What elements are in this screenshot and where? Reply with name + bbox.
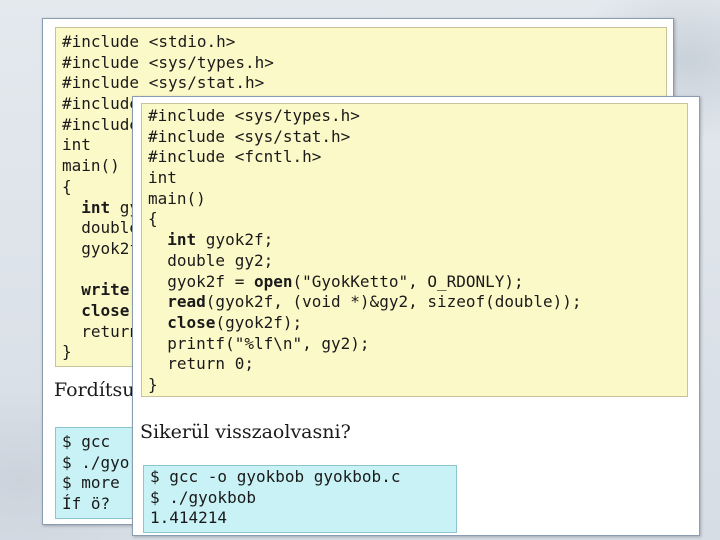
code-text: #include <sys/stat.h> bbox=[148, 126, 351, 146]
code-line: int bbox=[148, 168, 581, 189]
code-line: #include <sys/types.h> bbox=[62, 52, 274, 72]
terminal-line: $ more bbox=[62, 473, 120, 493]
code-line: #include <sys/stat.h> bbox=[62, 73, 265, 93]
front-slide: #include <sys/types.h> #include <sys/stat… bbox=[132, 96, 700, 536]
code-text: ("GyokKetto", O_RDONLY); bbox=[292, 271, 524, 291]
code-keyword: close bbox=[167, 312, 216, 332]
code-text: gyok2f = bbox=[148, 271, 254, 291]
code-line: int gyok2f; bbox=[148, 230, 581, 251]
terminal-output-box: $ gcc -o gyokbob gyokbob.c $ ./gyokbob 1.4… bbox=[143, 465, 457, 533]
code-text: gyok2f; bbox=[196, 230, 274, 250]
code-text: { bbox=[148, 209, 158, 229]
terminal-output: $ gcc $ ./gyo $ more Íf ö? bbox=[62, 432, 129, 515]
terminal-line: $ gcc bbox=[62, 432, 111, 451]
code-text: printf("%lf\n", gy2); bbox=[148, 333, 370, 353]
code-line: } bbox=[148, 375, 581, 396]
code-text: (gyok2f, (void *)&gy2, sizeof(double)); bbox=[205, 292, 582, 312]
code-text: } bbox=[148, 374, 158, 394]
slide-question: Sikerül visszaolvasni? bbox=[140, 421, 351, 443]
terminal-line: Íf ö? bbox=[62, 494, 111, 514]
code-listing: #include <sys/types.h> #include <sys/stat… bbox=[148, 106, 581, 396]
code-text: main() bbox=[148, 188, 206, 208]
code-line: gyok2f = open("GyokKetto", O_RDONLY); bbox=[148, 272, 581, 293]
code-line: printf("%lf\n", gy2); bbox=[148, 334, 581, 355]
code-keyword: open bbox=[253, 271, 293, 291]
code-line: #include <sys/types.h> bbox=[148, 106, 581, 127]
code-line: close(gyok2f); bbox=[148, 313, 581, 334]
code-text: int bbox=[148, 168, 177, 188]
code-text: #include <fcntl.h> bbox=[148, 147, 322, 167]
code-line: return 0; bbox=[148, 354, 581, 375]
terminal-line: $ ./gyo bbox=[62, 452, 130, 472]
code-line: main() bbox=[148, 189, 581, 210]
code-text: double gy2; bbox=[148, 250, 274, 270]
code-listing-box: #include <sys/types.h> #include <sys/stat… bbox=[141, 103, 688, 397]
terminal-line: 1.414214 bbox=[150, 508, 228, 528]
code-line: #include <sys/stat.h> bbox=[148, 127, 581, 148]
code-keyword: read bbox=[167, 292, 206, 312]
code-line: read(gyok2f, (void *)&gy2, sizeof(double… bbox=[148, 292, 581, 313]
code-line: double gy2; bbox=[148, 251, 581, 272]
code-text: (gyok2f); bbox=[215, 312, 303, 332]
code-line: { bbox=[148, 209, 581, 230]
code-text: #include <sys/types.h> bbox=[148, 106, 360, 125]
code-line: #include <stdio.h> bbox=[62, 32, 236, 51]
terminal-line: $ gcc -o gyokbob gyokbob.c bbox=[150, 467, 401, 486]
code-text: return 0; bbox=[148, 354, 254, 374]
code-line: #include <fcntl.h> bbox=[148, 147, 581, 168]
terminal-output: $ gcc -o gyokbob gyokbob.c $ ./gyokbob 1.4… bbox=[150, 467, 400, 529]
terminal-line: $ ./gyokbob bbox=[150, 487, 256, 507]
code-keyword: int bbox=[167, 230, 197, 250]
